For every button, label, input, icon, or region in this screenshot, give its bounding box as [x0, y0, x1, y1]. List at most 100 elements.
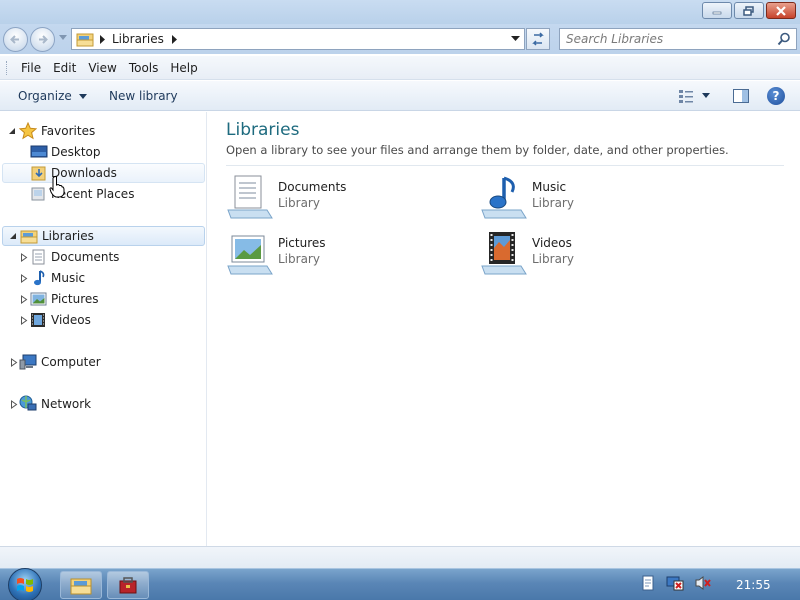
menu-file[interactable]: File: [15, 61, 47, 75]
navigation-pane: Favorites Desktop Downloads Recent Place…: [0, 112, 207, 546]
downloads-folder-icon: [31, 166, 46, 181]
pictures-library-icon: [227, 235, 273, 275]
taskbar-explorer-button[interactable]: [60, 571, 102, 599]
recent-pages-dropdown-icon[interactable]: [59, 35, 67, 41]
library-documents[interactable]: Documents Library: [225, 174, 445, 224]
minimize-button[interactable]: [702, 2, 732, 19]
menu-tools[interactable]: Tools: [123, 61, 165, 75]
back-button[interactable]: [3, 27, 28, 52]
computer-icon: [19, 354, 37, 370]
menu-view[interactable]: View: [82, 61, 122, 75]
collapse-arrow-icon[interactable]: [7, 126, 17, 136]
expand-arrow-icon[interactable]: [19, 294, 29, 304]
nav-desktop[interactable]: Desktop: [0, 142, 206, 162]
menu-help[interactable]: Help: [164, 61, 203, 75]
library-pictures-name: Pictures: [278, 236, 326, 250]
nav-pictures[interactable]: Pictures: [0, 289, 206, 309]
menu-bar: File Edit View Tools Help: [0, 56, 800, 80]
restore-icon: [743, 5, 754, 16]
close-icon: [776, 5, 786, 16]
back-arrow-icon: [10, 35, 19, 44]
nav-videos[interactable]: Videos: [0, 310, 206, 330]
breadcrumb-expand-icon[interactable]: [171, 34, 178, 44]
videos-film-icon: [31, 313, 45, 327]
network-status-icon[interactable]: [666, 575, 684, 591]
search-input[interactable]: [560, 29, 760, 49]
menu-view-label: View: [88, 60, 117, 75]
close-button[interactable]: [766, 2, 796, 19]
menu-tools-label: Tools: [128, 60, 159, 75]
nav-documents-label: Documents: [51, 250, 120, 264]
content-divider: [226, 165, 784, 166]
library-videos-name: Videos: [532, 236, 572, 250]
breadcrumb-separator-icon[interactable]: [100, 34, 106, 44]
breadcrumb-libraries[interactable]: Libraries: [112, 32, 164, 46]
nav-libraries[interactable]: Libraries: [2, 226, 205, 246]
search-box[interactable]: [559, 28, 797, 50]
action-center-icon[interactable]: [640, 575, 656, 591]
nav-music-label: Music: [51, 271, 86, 285]
nav-recent-places[interactable]: Recent Places: [0, 184, 206, 204]
nav-computer[interactable]: Computer: [0, 352, 206, 372]
views-dropdown-icon: [702, 93, 710, 98]
nav-documents[interactable]: Documents: [0, 247, 206, 267]
content-pane: Libraries Open a library to see your fil…: [208, 112, 800, 546]
expand-arrow-icon[interactable]: [19, 315, 29, 325]
windows-logo-icon: [17, 578, 33, 592]
command-bar: Organize New library ?: [0, 81, 800, 111]
minimize-icon: [712, 11, 722, 14]
address-row: Libraries: [0, 24, 800, 54]
address-bar[interactable]: Libraries: [71, 28, 525, 50]
collapse-arrow-icon[interactable]: [8, 231, 18, 241]
views-icon: [679, 90, 693, 103]
search-icon[interactable]: [777, 32, 791, 46]
address-history-dropdown-icon[interactable]: [511, 36, 520, 42]
library-videos-type: Library: [532, 252, 574, 266]
nav-computer-label: Computer: [41, 355, 101, 369]
nav-desktop-label: Desktop: [51, 145, 101, 159]
nav-network[interactable]: Network: [0, 394, 206, 414]
nav-favorites[interactable]: Favorites: [0, 121, 206, 141]
documents-library-icon: [227, 175, 273, 219]
menu-edit[interactable]: Edit: [47, 61, 82, 75]
library-music-type: Library: [532, 196, 574, 210]
window-controls: [702, 2, 796, 19]
toolbox-icon: [119, 577, 137, 594]
taskbar-app-button[interactable]: [107, 571, 149, 599]
library-pictures[interactable]: Pictures Library: [225, 230, 445, 280]
expand-arrow-icon[interactable]: [19, 252, 29, 262]
organize-button[interactable]: Organize: [18, 89, 87, 103]
taskbar-clock[interactable]: 21:55: [736, 578, 771, 592]
change-view-button[interactable]: [678, 88, 710, 104]
library-pictures-type: Library: [278, 252, 320, 266]
restore-button[interactable]: [734, 2, 764, 19]
recent-places-icon: [31, 187, 45, 201]
nav-downloads[interactable]: Downloads: [2, 163, 205, 183]
libraries-icon: [20, 230, 38, 244]
expand-arrow-icon[interactable]: [19, 273, 29, 283]
explorer-folder-icon: [70, 578, 92, 595]
expand-arrow-icon[interactable]: [9, 399, 19, 409]
help-button[interactable]: ?: [767, 87, 785, 105]
nav-favorites-label: Favorites: [41, 124, 96, 138]
volume-muted-icon[interactable]: [694, 575, 712, 591]
nav-network-label: Network: [41, 397, 92, 411]
videos-library-icon: [481, 232, 527, 275]
nav-libraries-label: Libraries: [42, 229, 94, 243]
preview-pane-icon: [733, 89, 749, 103]
library-documents-name: Documents: [278, 180, 347, 194]
organize-dropdown-icon: [78, 94, 87, 99]
title-bar: [0, 0, 800, 24]
menu-file-label: File: [21, 60, 42, 75]
forward-button[interactable]: [30, 27, 55, 52]
library-videos[interactable]: Videos Library: [479, 230, 699, 280]
start-button[interactable]: [8, 568, 42, 600]
music-library-icon: [481, 176, 527, 219]
refresh-button[interactable]: [526, 28, 550, 50]
preview-pane-button[interactable]: [733, 88, 749, 107]
expand-arrow-icon[interactable]: [9, 357, 19, 367]
nav-pictures-label: Pictures: [51, 292, 99, 306]
nav-music[interactable]: Music: [0, 268, 206, 288]
new-library-button[interactable]: New library: [109, 89, 178, 103]
library-music[interactable]: Music Library: [479, 174, 699, 224]
